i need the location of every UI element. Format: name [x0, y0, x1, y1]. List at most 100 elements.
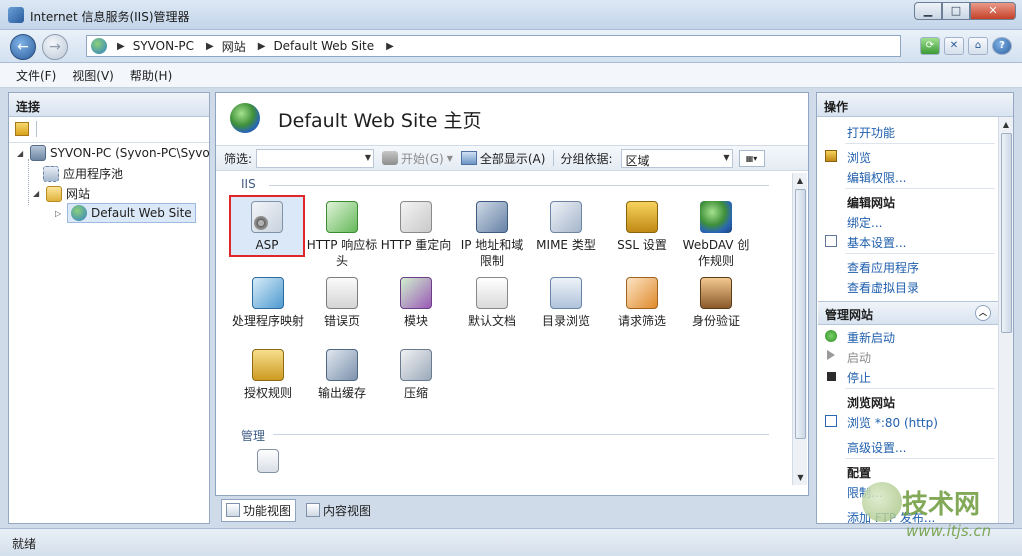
connections-toolbar — [9, 117, 209, 143]
tree-node-sites[interactable]: ◢ 网站 — [33, 185, 90, 202]
menu-view[interactable]: 视图(V) — [72, 67, 114, 84]
tab-features-view[interactable]: 功能视图 — [221, 498, 297, 522]
menu-file[interactable]: 文件(F) — [16, 67, 56, 84]
feature-mime-types[interactable]: MIME 类型 — [529, 201, 603, 253]
feature-asp[interactable]: ASP — [229, 195, 305, 257]
action-stop[interactable]: 停止 — [847, 369, 871, 386]
feature-authorization-rules[interactable]: 授权规则 — [231, 349, 305, 401]
breadcrumb-sites[interactable]: 网站 — [222, 38, 246, 55]
breadcrumb-separator: ▶ — [206, 40, 214, 52]
collapse-up-icon[interactable]: ︿ — [975, 305, 991, 321]
tab-label: 内容视图 — [323, 503, 372, 518]
action-view-applications[interactable]: 查看应用程序 — [847, 259, 919, 276]
action-restart[interactable]: 重新启动 — [847, 329, 895, 346]
new-connection-icon[interactable] — [15, 122, 29, 136]
scroll-thumb[interactable] — [1001, 133, 1012, 333]
refresh-icon[interactable]: ⟳ — [920, 37, 940, 55]
scroll-down-icon[interactable]: ▼ — [793, 470, 808, 485]
feature-label: IP 地址和域限制 — [460, 238, 524, 268]
scroll-up-icon[interactable]: ▲ — [999, 117, 1013, 132]
forward-button[interactable]: → — [42, 34, 68, 60]
view-mode-button[interactable]: ▦▾ — [738, 149, 765, 167]
feature-default-document[interactable]: 默认文档 — [455, 277, 529, 329]
home-icon[interactable]: ⌂ — [968, 37, 988, 55]
address-bar[interactable]: ▶ SYVON-PC ▶ 网站 ▶ Default Web Site ▶ — [86, 35, 901, 57]
compression-icon — [400, 349, 432, 381]
group-by-select[interactable]: 区域 ▼ — [620, 148, 733, 168]
feature-http-response-headers[interactable]: HTTP 响应标头 — [305, 201, 379, 269]
breadcrumb-separator: ▶ — [386, 40, 394, 52]
action-bindings[interactable]: 绑定... — [847, 214, 882, 231]
back-button[interactable]: ← — [10, 34, 36, 60]
minimize-button[interactable]: ▁ — [914, 2, 942, 20]
feature-label: 模块 — [403, 314, 428, 328]
handler-mappings-icon — [252, 277, 284, 309]
feature-label: 授权规则 — [243, 386, 292, 400]
connections-title: 连接 — [9, 93, 209, 117]
tree-label-sites: 网站 — [66, 187, 91, 201]
help-icon[interactable]: ? — [992, 37, 1012, 55]
breadcrumb-server[interactable]: SYVON-PC — [133, 39, 194, 53]
divider — [845, 388, 995, 389]
filter-input[interactable]: ▼ — [256, 148, 375, 168]
toolbar-divider — [553, 150, 555, 166]
go-button[interactable]: 开始(G) ▼ — [382, 150, 453, 167]
action-edit-permissions[interactable]: 编辑权限... — [847, 169, 906, 186]
collapse-icon[interactable]: ◢ — [17, 149, 27, 158]
feature-ip-domain-restrictions[interactable]: IP 地址和域限制 — [455, 201, 529, 269]
filter-bar: 筛选: ▼ 开始(G) ▼ 全部显示(A) 分组依据: 区域 ▼ ▦▾ — [216, 145, 808, 171]
feature-modules[interactable]: 模块 — [379, 277, 453, 329]
expand-icon[interactable]: ▷ — [55, 209, 65, 218]
window-title: Internet 信息服务(IIS)管理器 — [30, 10, 190, 24]
action-advanced-settings[interactable]: 高级设置... — [847, 439, 906, 456]
feature-directory-browsing[interactable]: 目录浏览 — [529, 277, 603, 329]
scroll-up-icon[interactable]: ▲ — [793, 173, 807, 188]
tree-label-app-pools: 应用程序池 — [63, 167, 124, 181]
menu-help[interactable]: 帮助(H) — [130, 67, 172, 84]
tab-content-view[interactable]: 内容视图 — [302, 500, 375, 521]
feature-ssl-settings[interactable]: SSL 设置 — [605, 201, 679, 253]
collapse-icon[interactable]: ◢ — [33, 189, 43, 198]
tree-node-app-pools[interactable]: 应用程序池 — [43, 165, 123, 182]
feature-authentication[interactable]: 身份验证 — [679, 277, 753, 329]
maximize-button[interactable]: □ — [942, 2, 970, 20]
start-icon — [827, 350, 835, 360]
show-all-button[interactable]: 全部显示(A) — [460, 150, 545, 167]
page-title: Default Web Site 主页 — [278, 110, 482, 132]
navigation-bar: ← → ▶ SYVON-PC ▶ 网站 ▶ Default Web Site ▶… — [0, 30, 1022, 63]
action-open-feature[interactable]: 打开功能 — [847, 124, 895, 141]
close-button[interactable]: ✕ — [970, 2, 1016, 20]
feature-http-redirect[interactable]: HTTP 重定向 — [379, 201, 453, 253]
action-basic-settings[interactable]: 基本设置... — [847, 234, 906, 251]
feature-label: 输出缓存 — [317, 386, 366, 400]
actions-scrollbar[interactable]: ▲ — [998, 117, 1013, 523]
browse-web-icon — [825, 415, 837, 427]
feature-output-caching[interactable]: 输出缓存 — [305, 349, 379, 401]
feature-label: SSL 设置 — [617, 238, 667, 252]
stop-icon[interactable]: ✕ — [944, 37, 964, 55]
browse-site-header: 浏览网站 — [847, 396, 896, 410]
scroll-thumb[interactable] — [795, 189, 806, 439]
divider — [845, 458, 995, 459]
action-explore[interactable]: 浏览 — [847, 149, 871, 166]
feature-compression[interactable]: 压缩 — [379, 349, 453, 401]
app-pool-icon — [43, 165, 59, 182]
feature-configuration-editor[interactable] — [231, 449, 305, 477]
server-icon — [30, 145, 46, 161]
feature-request-filtering[interactable]: 请求筛选 — [605, 277, 679, 329]
feature-handler-mappings[interactable]: 处理程序映射 — [231, 277, 305, 329]
features-scrollbar[interactable]: ▲ ▼ — [792, 173, 807, 485]
action-view-virtual-dirs[interactable]: 查看虚拟目录 — [847, 279, 919, 296]
tree-label-server: SYVON-PC (Syvon-PC\Syvo — [50, 146, 210, 160]
feature-webdav[interactable]: WebDAV 创作规则 — [679, 201, 753, 269]
dropdown-arrow-icon[interactable]: ▼ — [723, 153, 729, 162]
dropdown-arrow-icon: ▼ — [446, 153, 453, 163]
dropdown-arrow-icon[interactable]: ▼ — [365, 153, 371, 162]
tree-node-server[interactable]: ◢ SYVON-PC (Syvon-PC\Syvo — [17, 145, 210, 161]
breadcrumb-default-site[interactable]: Default Web Site — [273, 39, 374, 53]
action-browse-80[interactable]: 浏览 *:80 (http) — [847, 414, 938, 431]
feature-error-pages[interactable]: 错误页 — [305, 277, 379, 329]
actions-title: 操作 — [817, 93, 1013, 117]
tree-node-default-site[interactable]: ▷ Default Web Site — [55, 203, 196, 223]
action-start[interactable]: 启动 — [847, 349, 871, 366]
